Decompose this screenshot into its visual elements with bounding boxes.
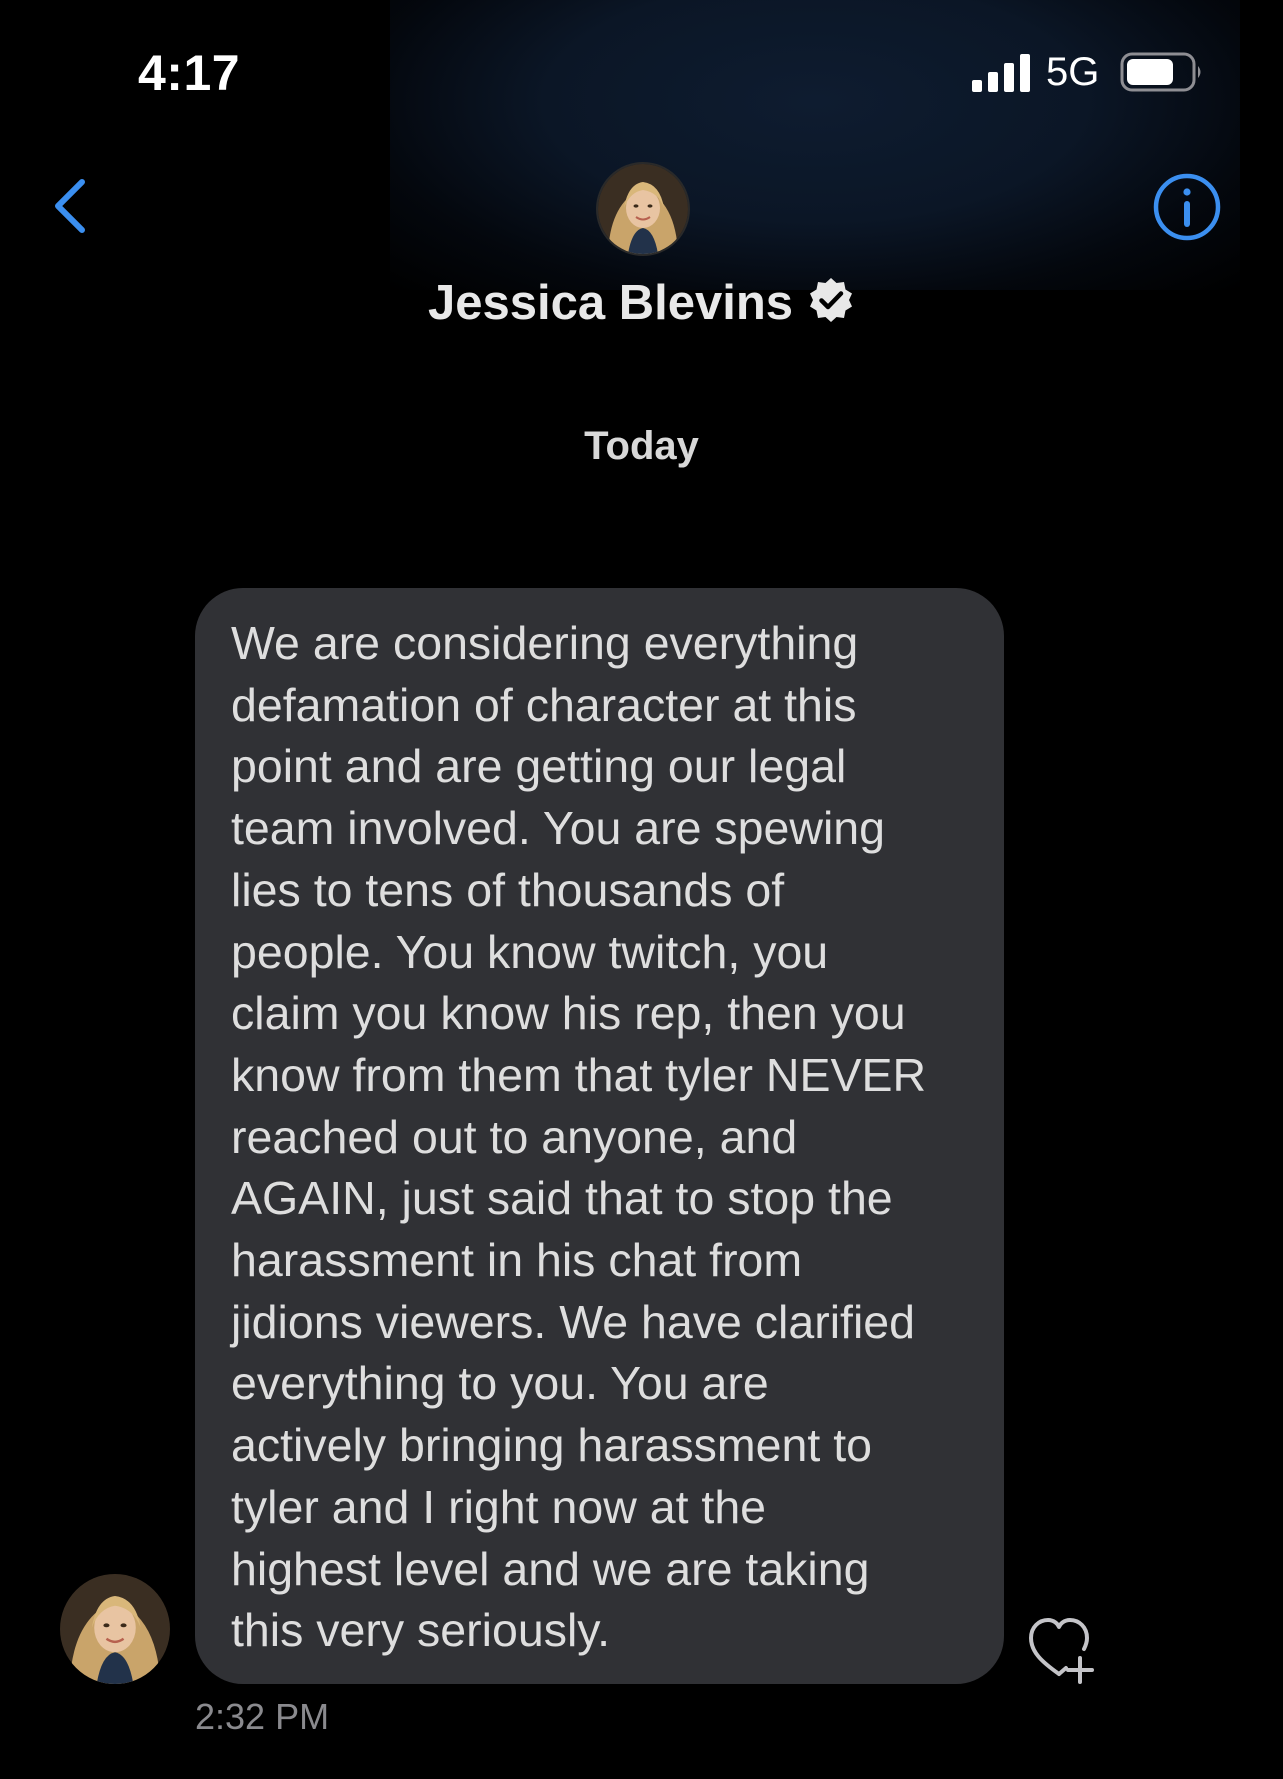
avatar-image — [60, 1574, 170, 1684]
contact-name: Jessica Blevins — [427, 276, 794, 330]
message-timestamp: 2:32 PM — [195, 1696, 330, 1737]
status-time: 4:17 — [138, 45, 241, 101]
date-divider: Today — [584, 424, 699, 468]
contact-header[interactable]: Jessica Blevins — [0, 275, 1283, 331]
network-type: 5G — [1046, 50, 1100, 94]
avatar[interactable] — [596, 162, 690, 256]
verified-badge-icon — [810, 278, 853, 322]
sender-avatar[interactable] — [60, 1574, 170, 1684]
message-text: We are considering everything defamation… — [231, 617, 927, 1657]
avatar-image — [598, 164, 688, 254]
battery-icon — [1120, 52, 1201, 92]
cellular-signal-icon — [972, 54, 1030, 92]
info-circle-icon[interactable] — [1152, 172, 1222, 242]
message-bubble[interactable]: We are considering everything defamation… — [195, 588, 1004, 1684]
chevron-left-icon[interactable] — [48, 176, 92, 236]
heart-plus-icon[interactable] — [1026, 1612, 1100, 1684]
status-bar: 4:17 5G — [0, 0, 1283, 120]
